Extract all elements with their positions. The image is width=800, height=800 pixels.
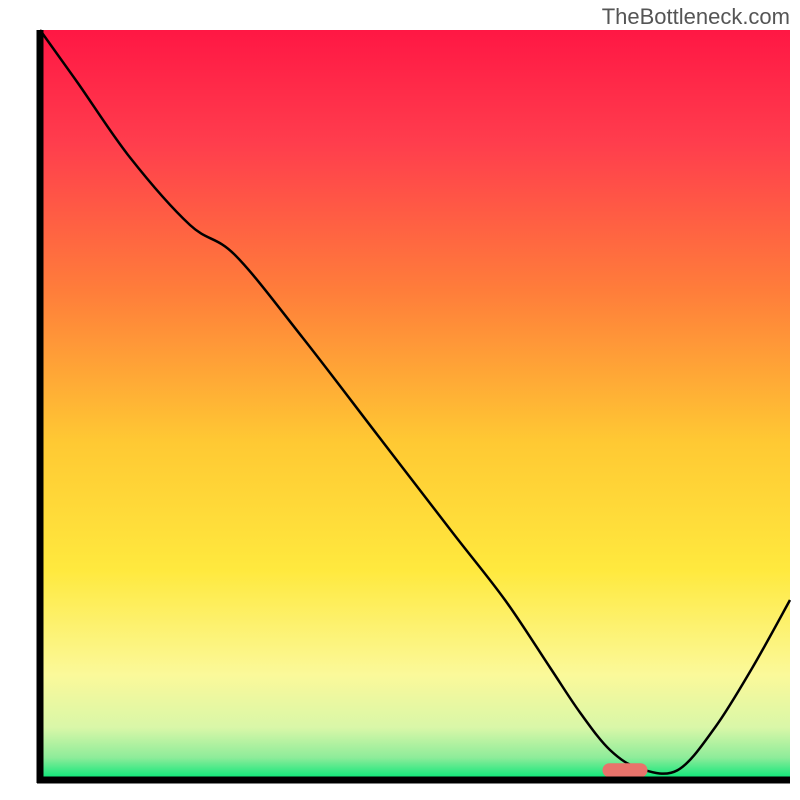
chart-container: TheBottleneck.com: [0, 0, 800, 800]
watermark-text: TheBottleneck.com: [602, 4, 790, 30]
plot-gradient-background: [40, 30, 790, 780]
bottleneck-chart: [0, 0, 800, 800]
optimal-marker: [603, 763, 648, 777]
